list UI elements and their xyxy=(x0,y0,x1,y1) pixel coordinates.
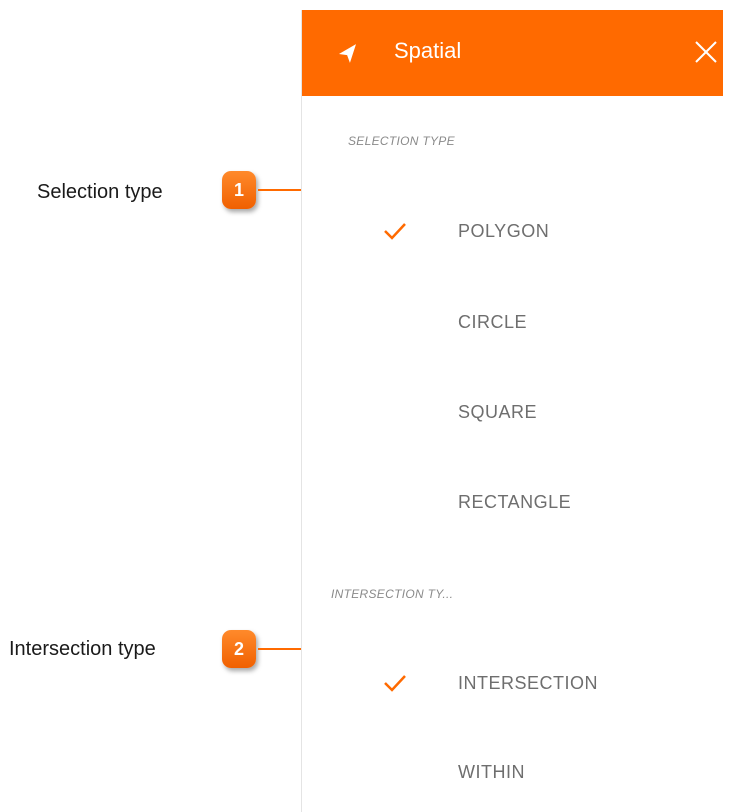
callout-1-text: Selection type xyxy=(37,181,163,203)
option-label: INTERSECTION xyxy=(458,673,599,693)
option-polygon[interactable]: POLYGON xyxy=(302,200,723,260)
option-label: SQUARE xyxy=(458,402,538,422)
screenshot-canvas: Selection type 1 Intersection type 2 Spa… xyxy=(0,0,741,812)
callout-2-text: Intersection type xyxy=(9,638,156,660)
close-button[interactable] xyxy=(692,38,720,66)
selection-type-heading: SELECTION TYPE xyxy=(348,134,455,148)
option-circle[interactable]: CIRCLE xyxy=(302,291,723,351)
checkmark-icon xyxy=(382,672,408,694)
option-square[interactable]: SQUARE xyxy=(302,381,723,441)
spatial-panel: Spatial SELECTION TYPE POLYGON CIRCLE SQ… xyxy=(301,10,741,812)
panel-title: Spatial xyxy=(394,38,462,63)
callout-1-badge: 1 xyxy=(222,171,256,209)
navigation-arrow-icon xyxy=(337,43,359,65)
close-icon xyxy=(695,41,717,63)
option-label: WITHIN xyxy=(458,762,525,782)
option-intersection[interactable]: INTERSECTION xyxy=(302,652,723,712)
option-rectangle[interactable]: RECTANGLE xyxy=(302,471,723,531)
option-label: CIRCLE xyxy=(458,312,528,332)
panel-header: Spatial xyxy=(302,10,723,96)
option-label: POLYGON xyxy=(458,221,550,241)
checkmark-icon xyxy=(382,220,408,242)
option-within[interactable]: WITHIN xyxy=(302,741,723,801)
callout-2-badge: 2 xyxy=(222,630,256,668)
intersection-type-heading: INTERSECTION TY... xyxy=(331,587,454,601)
option-label: RECTANGLE xyxy=(458,492,572,512)
